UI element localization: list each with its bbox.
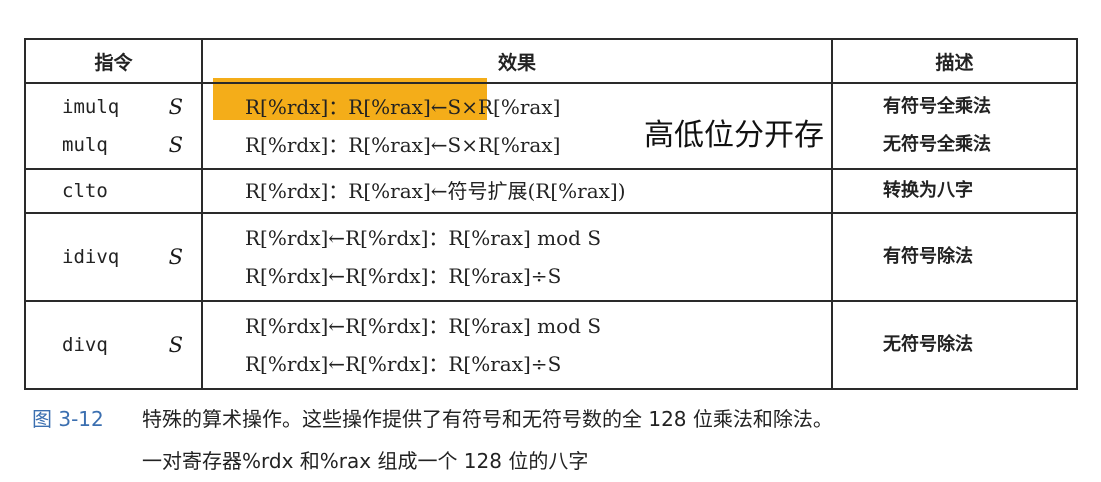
operand: S <box>168 133 183 157</box>
table-row: clto R[%rdx]：R[%rax]←符号扩展(R[%rax]) 转换为八字 <box>24 168 1078 214</box>
table-row: divq S R[%rdx]←R[%rdx]：R[%rax] mod S R[%… <box>24 300 1078 390</box>
instr-mulq: mulq <box>62 134 108 156</box>
effect-cell: R[%rdx]←R[%rdx]：R[%rax] mod S R[%rdx]←R[… <box>201 212 833 302</box>
instr-cell: imulq S mulq S <box>24 82 203 170</box>
effect-text: R[%rdx]←R[%rdx]：R[%rax] mod S <box>245 314 602 338</box>
effect-cell: R[%rdx]：R[%rax]←符号扩展(R[%rax]) <box>201 168 833 214</box>
desc-text: 有符号除法 <box>883 246 973 267</box>
table-row: idivq S R[%rdx]←R[%rdx]：R[%rax] mod S R[… <box>24 212 1078 302</box>
effect-text: R[%rdx]←R[%rdx]：R[%rax]÷S <box>245 352 562 376</box>
operand: S <box>168 245 183 269</box>
desc-text: 有符号全乘法 <box>883 96 991 117</box>
desc-cell: 有符号除法 <box>831 212 1078 302</box>
header-description: 描述 <box>831 38 1078 84</box>
caption-line-2: 一对寄存器%rdx 和%rax 组成一个 128 位的八字 <box>142 449 589 473</box>
desc-text: 无符号除法 <box>883 334 973 355</box>
figure-label: 图 3-12 <box>32 407 104 431</box>
header-effect: 效果 <box>201 38 833 84</box>
table-header-row: 指令 效果 描述 <box>24 38 1078 84</box>
instr-idivq: idivq <box>62 246 120 268</box>
instr-cell: clto <box>24 168 203 214</box>
desc-cell: 有符号全乘法 无符号全乘法 <box>831 82 1078 170</box>
figure-caption: 图 3-12 特殊的算术操作。这些操作提供了有符号和无符号数的全 128 位乘法和… <box>32 398 1092 482</box>
caption-line-1: 特殊的算术操作。这些操作提供了有符号和无符号数的全 128 位乘法和除法。 <box>142 407 833 431</box>
effect-text: R[%rdx]←R[%rdx]：R[%rax] mod S <box>245 226 602 250</box>
desc-cell: 转换为八字 <box>831 168 1078 214</box>
instr-imulq: imulq <box>62 96 120 118</box>
special-arithmetic-table: 指令 效果 描述 imulq S mulq S R[%rdx]：R[%rax]←… <box>24 38 1078 390</box>
effect-text: R[%rdx]：R[%rax]←符号扩展(R[%rax]) <box>245 179 626 203</box>
table-row: imulq S mulq S R[%rdx]：R[%rax]←S×R[%rax]… <box>24 82 1078 170</box>
operand: S <box>168 95 183 119</box>
handwritten-annotation: 高低位分开存 <box>644 118 824 153</box>
desc-text: 转换为八字 <box>883 180 973 201</box>
effect-text: R[%rdx]←R[%rdx]：R[%rax]÷S <box>245 264 562 288</box>
operand: S <box>168 333 183 357</box>
desc-text: 无符号全乘法 <box>883 134 991 155</box>
header-instruction: 指令 <box>24 38 203 84</box>
effect-cell: R[%rdx]←R[%rdx]：R[%rax] mod S R[%rdx]←R[… <box>201 300 833 390</box>
instr-clto: clto <box>62 180 108 202</box>
instr-cell: divq S <box>24 300 203 390</box>
instr-divq: divq <box>62 334 108 356</box>
instr-cell: idivq S <box>24 212 203 302</box>
desc-cell: 无符号除法 <box>831 300 1078 390</box>
